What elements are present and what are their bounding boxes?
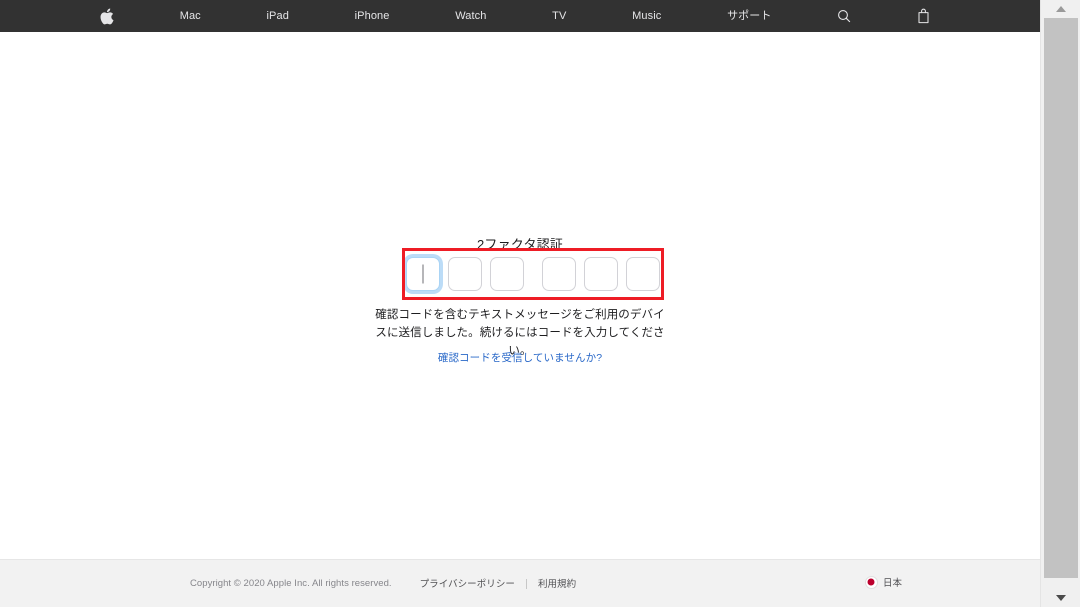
code-digit-4[interactable] xyxy=(542,257,576,291)
code-digit-5[interactable] xyxy=(584,257,618,291)
global-nav-list: Mac iPad iPhone Watch TV Music サポート xyxy=(100,0,940,32)
scrollbar-down-button[interactable] xyxy=(1041,589,1080,607)
nav-item-apple-logo[interactable] xyxy=(100,7,114,25)
code-group-second xyxy=(538,257,664,291)
nav-item-shopping-bag[interactable] xyxy=(917,8,930,24)
vertical-scrollbar[interactable] xyxy=(1040,0,1080,607)
resend-link-container: 確認コードを受信していませんか? xyxy=(370,348,670,366)
page-footer: Copyright © 2020 Apple Inc. All rights r… xyxy=(0,559,1040,607)
code-digit-1[interactable] xyxy=(406,257,440,291)
code-group-divider xyxy=(528,274,538,275)
nav-item-watch[interactable]: Watch xyxy=(455,0,486,32)
code-group-first xyxy=(402,257,528,291)
nav-item-iphone[interactable]: iPhone xyxy=(355,0,390,32)
nav-item-ipad[interactable]: iPad xyxy=(267,0,289,32)
locale-label: 日本 xyxy=(882,578,902,589)
code-digit-6[interactable] xyxy=(626,257,660,291)
shopping-bag-icon xyxy=(917,8,930,24)
chevron-up-icon xyxy=(1056,6,1066,12)
nav-item-tv[interactable]: TV xyxy=(552,0,566,32)
resend-code-link[interactable]: 確認コードを受信していませんか? xyxy=(438,352,602,364)
verification-code-input-group[interactable] xyxy=(402,248,664,300)
apple-logo-icon xyxy=(100,7,114,25)
nav-item-music[interactable]: Music xyxy=(632,0,661,32)
nav-item-mac[interactable]: Mac xyxy=(180,0,201,32)
code-digit-2[interactable] xyxy=(448,257,482,291)
scrollbar-up-button[interactable] xyxy=(1041,0,1080,18)
global-navigation-bar: Mac iPad iPhone Watch TV Music サポート xyxy=(0,0,1040,32)
footer-copyright: Copyright © 2020 Apple Inc. All rights r… xyxy=(190,577,392,589)
footer-left-group: Copyright © 2020 Apple Inc. All rights r… xyxy=(190,576,576,591)
nav-item-support[interactable]: サポート xyxy=(727,0,771,32)
nav-item-search[interactable] xyxy=(837,9,851,23)
locale-selector[interactable]: 日本 xyxy=(864,575,902,589)
footer-link-terms-of-use[interactable]: 利用規約 xyxy=(538,576,576,590)
page-viewport: Mac iPad iPhone Watch TV Music サポート 2ファク… xyxy=(0,0,1040,607)
scrollbar-thumb[interactable] xyxy=(1044,18,1078,578)
chevron-down-icon xyxy=(1056,595,1066,601)
scrollbar-track[interactable] xyxy=(1041,18,1080,589)
main-content: 2ファクタ認証 確認コードを含むテキストメッセージをご利用のデバイスに送信しまし… xyxy=(0,32,1040,559)
footer-inner: Copyright © 2020 Apple Inc. All rights r… xyxy=(0,560,1040,607)
footer-divider xyxy=(525,579,527,589)
text-caret xyxy=(422,264,424,284)
browser-page: Mac iPad iPhone Watch TV Music サポート 2ファク… xyxy=(0,0,1080,607)
code-digit-3[interactable] xyxy=(490,257,524,291)
search-icon xyxy=(837,9,851,23)
japan-flag-icon xyxy=(864,575,878,589)
footer-link-privacy-policy[interactable]: プライバシーポリシー xyxy=(420,576,515,590)
